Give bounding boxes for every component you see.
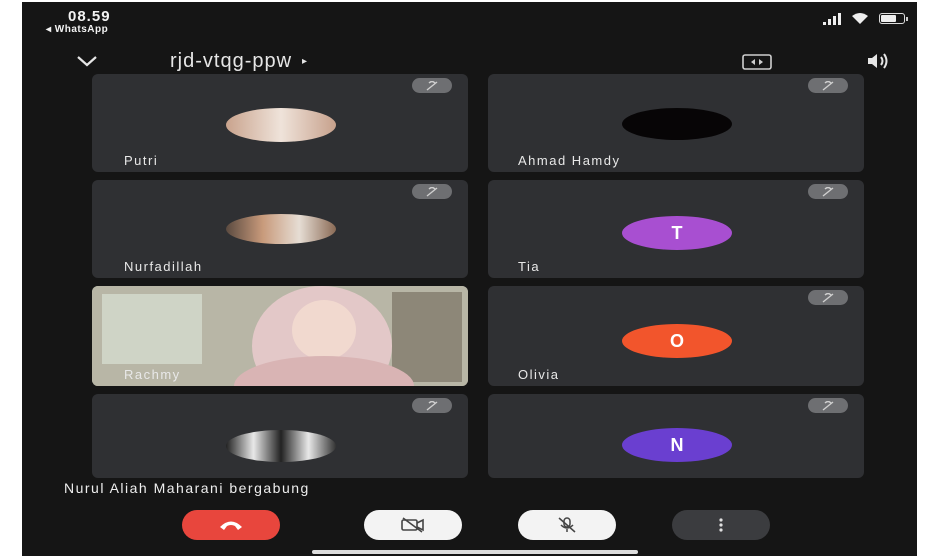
end-call-button[interactable] <box>182 510 280 540</box>
participant-name: Olivia <box>518 367 560 382</box>
mic-off-icon <box>426 80 438 91</box>
participant-avatar: N <box>622 428 732 462</box>
collapse-button[interactable] <box>72 48 102 74</box>
mic-off-icon <box>822 292 834 303</box>
meeting-code: rjd-vtqg-ppw <box>170 50 293 72</box>
join-notification: Nurul Aliah Maharani bergabung <box>64 480 310 496</box>
back-to-whatsapp-link[interactable]: ◂ WhatsApp <box>46 24 108 35</box>
mic-off-icon <box>822 186 834 197</box>
muted-indicator <box>412 398 452 413</box>
status-icons <box>823 12 908 25</box>
participant-avatar <box>226 108 336 142</box>
switch-camera-icon <box>742 54 772 70</box>
battery-icon <box>879 13 908 24</box>
participant-tile[interactable]: O Olivia <box>488 286 864 386</box>
mic-off-icon <box>426 186 438 197</box>
home-indicator[interactable] <box>312 550 638 554</box>
wifi-icon <box>852 13 868 24</box>
mic-off-icon <box>558 517 576 533</box>
participant-tile[interactable]: Nurfadillah <box>92 180 468 278</box>
mic-off-icon <box>822 400 834 411</box>
call-controls <box>22 510 917 544</box>
status-time: 08.59 <box>68 8 111 25</box>
camera-toggle-button[interactable] <box>364 510 462 540</box>
more-options-button[interactable] <box>672 510 770 540</box>
mic-off-icon <box>426 400 438 411</box>
muted-indicator <box>412 78 452 93</box>
muted-indicator <box>412 184 452 199</box>
audio-output-button[interactable] <box>862 49 896 73</box>
caret-right-icon: ▸ <box>302 56 309 67</box>
camera-off-icon <box>401 517 424 533</box>
participant-tile[interactable]: N <box>488 394 864 478</box>
participant-name: Tia <box>518 259 541 274</box>
muted-indicator <box>808 290 848 305</box>
participant-tile[interactable]: T Tia <box>488 180 864 278</box>
participant-tile[interactable]: Putri <box>92 74 468 172</box>
more-vertical-icon <box>719 518 723 532</box>
cellular-signal-icon <box>823 12 841 25</box>
status-bar: 08.59 ◂ WhatsApp <box>22 2 917 38</box>
participant-video-tile[interactable]: Rachmy <box>92 286 468 386</box>
participant-name: Rachmy <box>124 367 181 382</box>
mic-off-icon <box>822 80 834 91</box>
meeting-code-button[interactable]: rjd-vtqg-ppw ▸ <box>170 50 308 73</box>
muted-indicator <box>808 184 848 199</box>
switch-camera-button[interactable] <box>740 52 774 72</box>
muted-indicator <box>808 78 848 93</box>
participant-tile[interactable]: Ahmad Hamdy <box>488 74 864 172</box>
participant-avatar <box>226 430 336 462</box>
participant-avatar: O <box>622 324 732 358</box>
participant-tile[interactable] <box>92 394 468 478</box>
meet-call-screen: 08.59 ◂ WhatsApp rjd-vtqg-ppw ▸ Putri Ah… <box>22 2 917 556</box>
participant-name: Putri <box>124 153 159 168</box>
participant-name: Nurfadillah <box>124 259 203 274</box>
mic-toggle-button[interactable] <box>518 510 616 540</box>
participant-avatar <box>226 214 336 244</box>
speaker-icon <box>868 53 888 69</box>
participant-avatar: T <box>622 216 732 250</box>
participant-avatar <box>622 108 732 140</box>
phone-hangup-icon <box>220 521 242 530</box>
chevron-down-icon <box>77 56 97 67</box>
muted-indicator <box>808 398 848 413</box>
participant-name: Ahmad Hamdy <box>518 153 621 168</box>
